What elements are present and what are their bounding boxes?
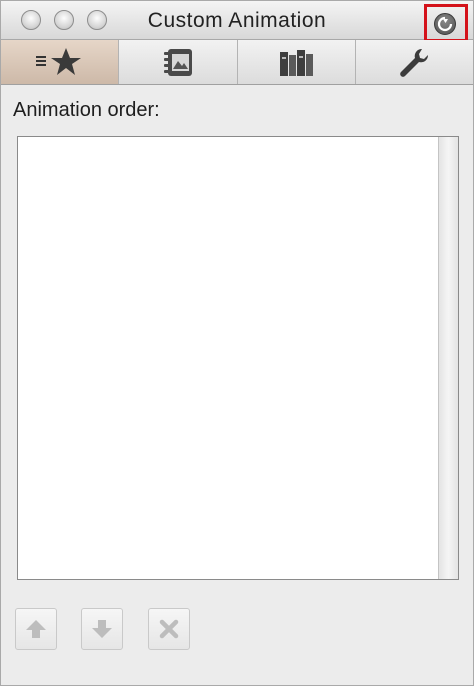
- window-title: Custom Animation: [147, 9, 327, 32]
- tab-custom-animation[interactable]: [1, 40, 120, 84]
- animation-order-list[interactable]: [17, 136, 459, 580]
- toolbox-tabs: [1, 40, 473, 85]
- books-library-icon: [280, 50, 314, 76]
- delete-x-icon: [159, 619, 179, 639]
- tab-slide-layout[interactable]: [119, 40, 238, 84]
- title-bar: Custom Animation: [1, 1, 473, 42]
- list-scrollbar[interactable]: [438, 137, 458, 579]
- highlight-box: [424, 4, 468, 42]
- circle-arrow-icon: [437, 16, 453, 32]
- custom-animation-window: Custom Animation Animation order:: [0, 0, 474, 686]
- remove-animation-button[interactable]: [148, 608, 190, 650]
- tab-tools[interactable]: [356, 40, 473, 84]
- animation-star-icon: [35, 48, 81, 75]
- wrench-icon: [400, 48, 429, 77]
- tab-library[interactable]: [238, 40, 356, 84]
- arrow-up-icon: [26, 620, 46, 638]
- slide-notebook-icon: [163, 49, 192, 76]
- move-up-button[interactable]: [15, 608, 57, 650]
- arrow-down-icon: [92, 620, 112, 638]
- animation-order-label: Animation order:: [13, 99, 160, 121]
- move-down-button[interactable]: [81, 608, 123, 650]
- collapse-toggle-button[interactable]: [434, 13, 456, 35]
